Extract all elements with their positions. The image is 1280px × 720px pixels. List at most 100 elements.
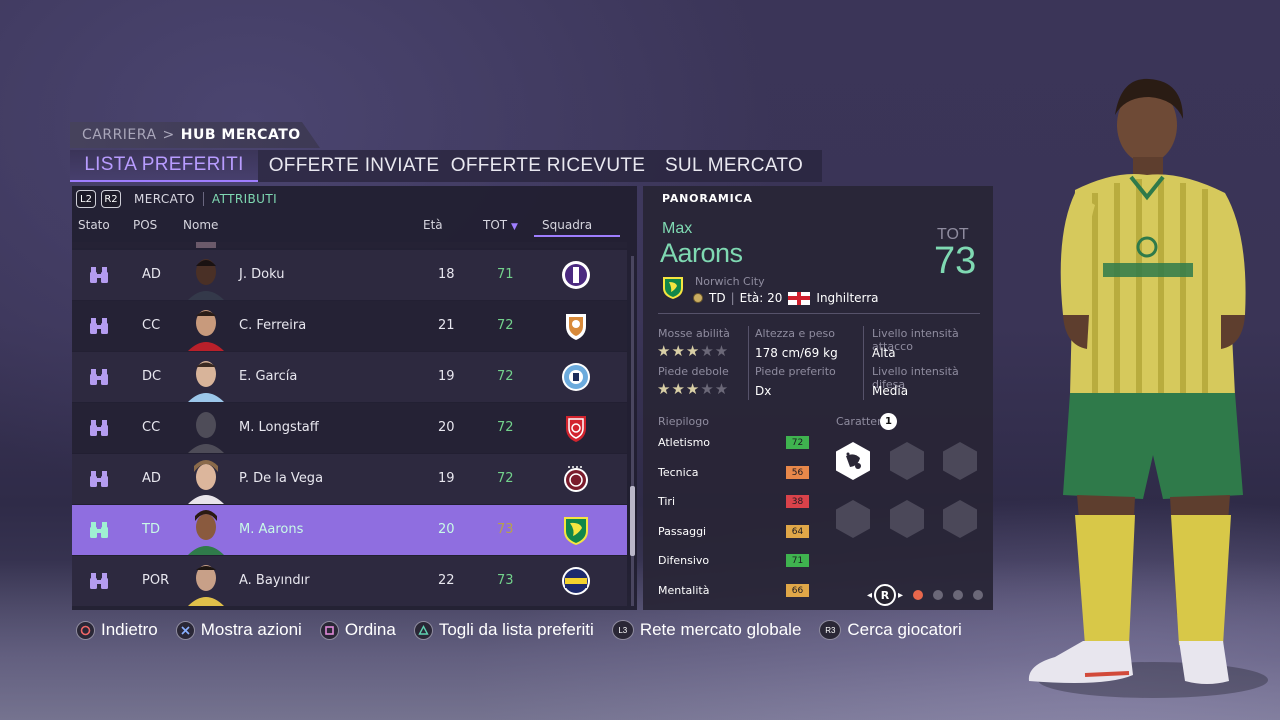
square-button-icon [319, 620, 339, 640]
hint-search-players[interactable]: R3 Cerca giocatori [819, 620, 962, 640]
skill-moves-stars: ★★★★★ [657, 342, 730, 360]
col-pos[interactable]: POS [133, 218, 157, 232]
player-ovr: 72 [497, 369, 514, 384]
def-work: Media [872, 384, 909, 398]
stat-value: 38 [786, 495, 809, 508]
hint-back[interactable]: Indietro [76, 620, 158, 640]
divider [658, 313, 980, 314]
r-stick-button[interactable]: R [874, 584, 897, 606]
list-subheader: L2 R2 MERCATO ATTRIBUTI [72, 186, 637, 212]
player-pos: DC [142, 369, 162, 384]
stat-name: Atletismo [658, 436, 711, 449]
player-ovr: 72 [497, 318, 514, 333]
tab-offerte-inviate[interactable]: OFFERTE INVIATE [258, 150, 450, 182]
r2-button-icon[interactable]: R2 [101, 190, 121, 208]
player-ovr: 72 [497, 420, 514, 435]
player-age: 18 [438, 267, 455, 282]
col-squadra[interactable]: Squadra [534, 218, 620, 237]
player-model-figure [1028, 78, 1268, 698]
divider [748, 326, 749, 400]
player-face-icon [188, 510, 224, 555]
view-mercato[interactable]: MERCATO [134, 192, 195, 206]
col-stato[interactable]: Stato [78, 218, 110, 232]
hint-label: Togli da lista preferiti [438, 620, 594, 639]
trait-slot-active[interactable] [836, 442, 870, 480]
table-row[interactable]: AD P. De la Vega 19 72 [72, 454, 627, 504]
hint-label: Mostra azioni [200, 620, 302, 639]
player-age: 21 [438, 318, 455, 333]
anderlecht-crest-icon [562, 261, 590, 289]
player-face-icon [188, 310, 224, 351]
view-attributi[interactable]: ATTRIBUTI [212, 192, 277, 206]
stat-value: 72 [786, 436, 809, 449]
norwich-crest-icon [564, 517, 588, 545]
col-tot[interactable]: TOT ▼ [483, 218, 518, 232]
binoculars-icon[interactable] [88, 317, 110, 335]
button-hints: Indietro Mostra azioni Ordina Togli da l… [76, 620, 980, 640]
column-headers: Stato POS Nome Età TOT ▼ Squadra [72, 214, 637, 238]
brest-crest-icon [566, 416, 586, 442]
hint-remove-favourite[interactable]: Togli da lista preferiti [413, 620, 594, 640]
pref-foot-label: Piede preferito [755, 365, 836, 378]
breadcrumb-parent[interactable]: CARRIERA [82, 127, 157, 143]
l3-stick-icon: L3 [611, 620, 634, 640]
weak-foot-label: Piede debole [658, 365, 729, 378]
tot-value: 73 [934, 240, 977, 282]
binoculars-icon[interactable] [88, 419, 110, 437]
lanus-crest-icon [564, 466, 588, 492]
r3-stick-icon: R3 [819, 620, 842, 640]
sort-desc-icon: ▼ [510, 222, 518, 232]
page-dot[interactable] [973, 590, 984, 600]
player-pos: CC [142, 420, 161, 435]
tab-offerte-ricevute[interactable]: OFFERTE RICEVUTE [450, 150, 646, 182]
trait-slot-empty [890, 442, 924, 480]
player-ovr: 72 [497, 471, 514, 486]
page-dot[interactable] [933, 590, 944, 600]
stat-name: Tecnica [658, 466, 699, 479]
player-last-name: Aarons [660, 238, 743, 268]
player-pos: POR [142, 573, 170, 588]
stat-name: Passaggi [658, 525, 707, 538]
circle-button-icon [76, 620, 95, 640]
fenerbahce-crest-icon [562, 567, 590, 595]
player-face-icon [188, 565, 224, 606]
table-row[interactable]: POR A. Bayındır 22 73 [72, 556, 627, 606]
l2-button-icon[interactable]: L2 [76, 190, 96, 208]
binoculars-icon[interactable] [88, 368, 110, 386]
table-row[interactable]: CC C. Ferreira 21 72 [72, 301, 627, 351]
table-row-selected[interactable]: TD M. Aarons 20 73 [72, 505, 627, 555]
table-row[interactable]: DC E. García 19 72 [72, 352, 627, 402]
binoculars-icon[interactable] [88, 470, 110, 488]
stat-value: 71 [786, 554, 809, 567]
section-title: PANORAMICA [662, 192, 753, 205]
col-nome[interactable]: Nome [183, 218, 218, 232]
page-right-icon: ▸ [898, 589, 904, 601]
player-name: A. Bayındır [239, 573, 310, 588]
summary-label: Riepilogo [658, 415, 710, 428]
table-row[interactable]: AD J. Doku 18 71 [72, 250, 627, 300]
player-pos: AD [142, 267, 161, 282]
binoculars-icon[interactable] [88, 521, 110, 539]
hint-global-transfer[interactable]: L3 Rete mercato globale [611, 620, 802, 640]
tab-lista-preferiti[interactable]: LISTA PREFERITI [70, 150, 258, 182]
hint-label: Rete mercato globale [639, 620, 802, 639]
player-age: 19 [438, 471, 455, 486]
hint-actions[interactable]: Mostra azioni [175, 620, 302, 640]
tab-bar: LISTA PREFERITI OFFERTE INVIATE OFFERTE … [70, 150, 822, 182]
cross-button-icon [175, 620, 195, 640]
page-dot-active[interactable] [913, 590, 924, 600]
table-row[interactable]: CC M. Longstaff 20 72 [72, 403, 627, 453]
player-pos: CC [142, 318, 161, 333]
page-left-icon: ◂ [867, 589, 873, 601]
page-dot[interactable] [953, 590, 964, 600]
height-weight-label: Altezza e peso [755, 327, 835, 340]
scrollbar-thumb[interactable] [630, 486, 635, 556]
col-eta[interactable]: Età [423, 218, 443, 232]
player-face-icon [188, 460, 224, 504]
binoculars-icon[interactable] [88, 266, 110, 284]
hint-sort[interactable]: Ordina [319, 620, 396, 640]
triangle-button-icon [413, 620, 433, 640]
binoculars-icon[interactable] [88, 572, 110, 590]
tab-sul-mercato[interactable]: SUL MERCATO [646, 150, 822, 182]
att-work: Alta [872, 346, 896, 360]
